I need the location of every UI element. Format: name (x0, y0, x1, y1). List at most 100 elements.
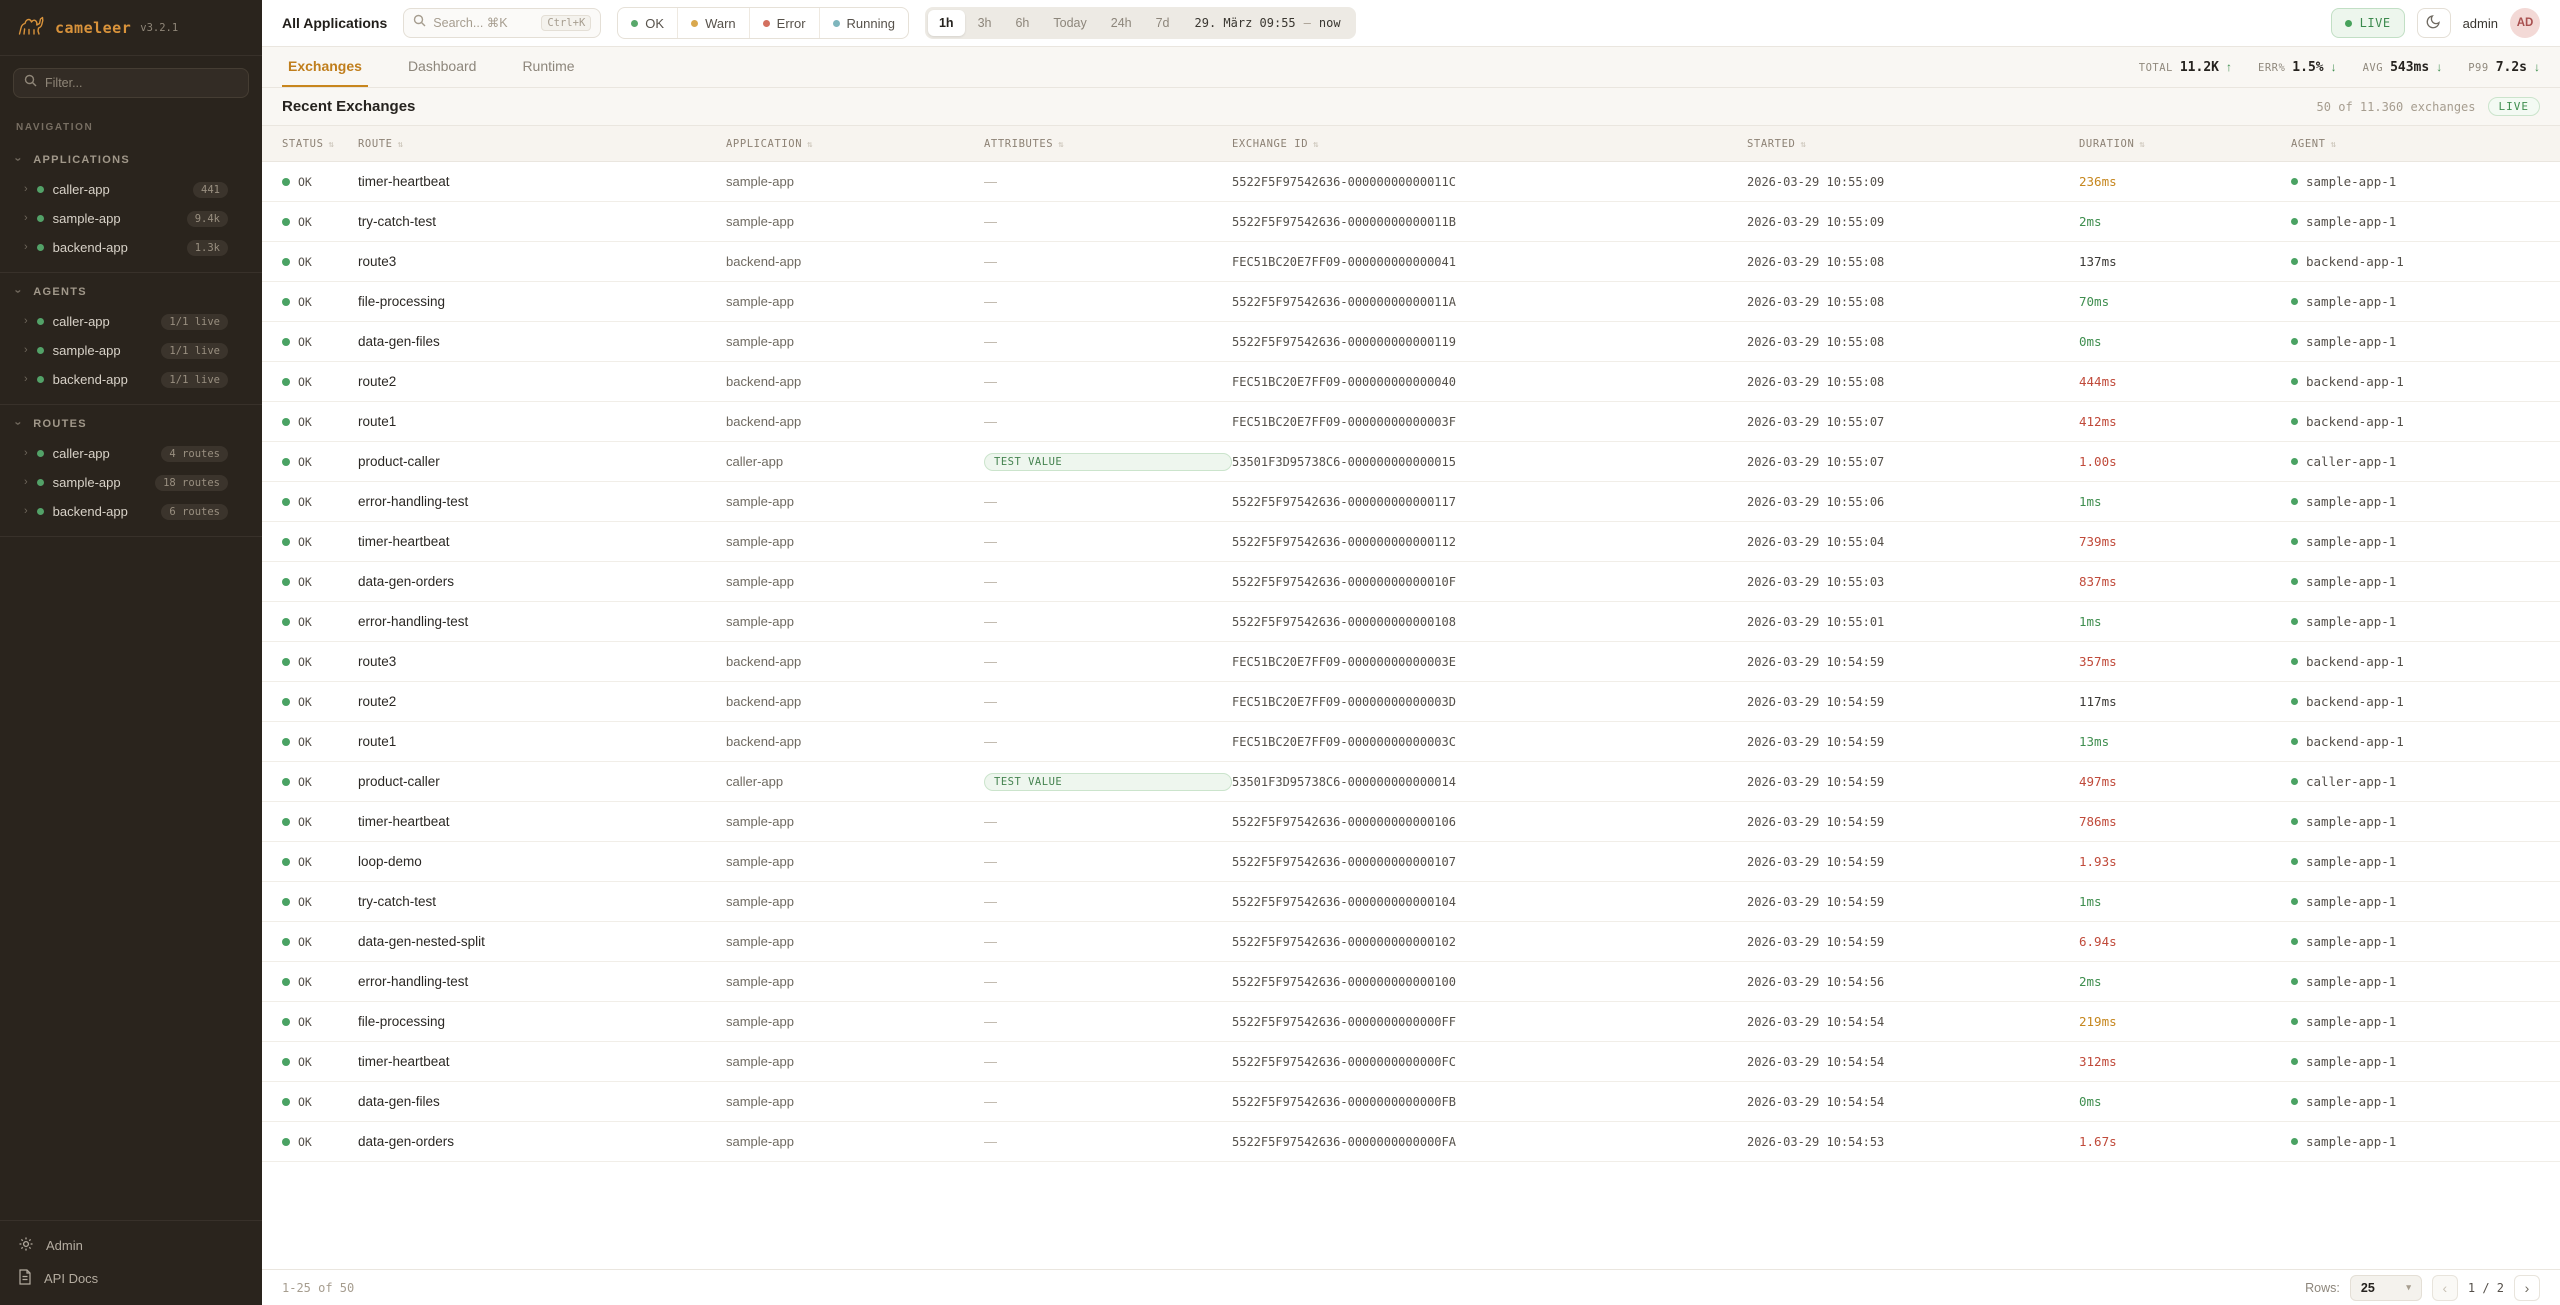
agent-cell: sample-app-1 (2291, 534, 2540, 549)
exchange-id: FEC51BC20E7FF09-00000000000003E (1232, 655, 1747, 669)
status-cell: OK (282, 175, 358, 189)
tab-exchanges[interactable]: Exchanges (282, 47, 368, 87)
status-label: OK (298, 375, 312, 389)
column-header-application[interactable]: APPLICATION⇅ (726, 138, 984, 150)
column-header-agent[interactable]: AGENT⇅ (2291, 138, 2540, 150)
table-row[interactable]: OK route2 backend-app — FEC51BC20E7FF09-… (262, 362, 2560, 402)
next-page-button[interactable]: › (2514, 1275, 2540, 1301)
avatar[interactable]: AD (2510, 8, 2540, 38)
table-row[interactable]: OK timer-heartbeat sample-app — 5522F5F9… (262, 1042, 2560, 1082)
custom-time-range[interactable]: 29. März 09:55 – now (1183, 16, 1353, 30)
sort-icon: ⇅ (807, 140, 813, 150)
table-row[interactable]: OK route3 backend-app — FEC51BC20E7FF09-… (262, 642, 2560, 682)
table-row[interactable]: OK file-processing sample-app — 5522F5F9… (262, 1002, 2560, 1042)
count-badge: 1/1 live (161, 343, 228, 359)
time-range-6h[interactable]: 6h (1004, 10, 1040, 36)
application-name: backend-app (726, 654, 984, 669)
table-row[interactable]: OK loop-demo sample-app — 5522F5F9754263… (262, 842, 2560, 882)
started-timestamp: 2026-03-29 10:54:59 (1747, 775, 2079, 789)
exchange-id: 5522F5F97542636-0000000000000FB (1232, 1095, 1747, 1109)
table-row[interactable]: OK data-gen-nested-split sample-app — 55… (262, 922, 2560, 962)
chevron-right-icon: › (24, 184, 28, 195)
sidebar-filter-input[interactable] (45, 76, 238, 90)
sidebar-item-admin[interactable]: Admin (0, 1229, 262, 1262)
table-row[interactable]: OK route1 backend-app — FEC51BC20E7FF09-… (262, 402, 2560, 442)
column-header-started[interactable]: STARTED⇅ (1747, 138, 2079, 150)
table-row[interactable]: OK route1 backend-app — FEC51BC20E7FF09-… (262, 722, 2560, 762)
sidebar-item-app-backend-app[interactable]: › backend-app 1.3k (0, 233, 262, 262)
table-row[interactable]: OK data-gen-files sample-app — 5522F5F97… (262, 1082, 2560, 1122)
group-header-applications[interactable]: › APPLICATIONS (0, 145, 262, 175)
table-row[interactable]: OK timer-heartbeat sample-app — 5522F5F9… (262, 522, 2560, 562)
attributes-cell: — (984, 494, 1232, 509)
started-timestamp: 2026-03-29 10:54:54 (1747, 1055, 2079, 1069)
search-icon (24, 74, 37, 92)
status-filter-group: OK Warn Error Running (617, 7, 909, 39)
sidebar-item-api-docs[interactable]: API Docs (0, 1262, 262, 1295)
search-icon (413, 14, 426, 32)
table-row[interactable]: OK route2 backend-app — FEC51BC20E7FF09-… (262, 682, 2560, 722)
count-badge: 18 routes (155, 475, 228, 491)
exchange-id: 5522F5F97542636-00000000000011B (1232, 215, 1747, 229)
application-name: sample-app (726, 294, 984, 309)
status-label: OK (298, 775, 312, 789)
table-row[interactable]: OK try-catch-test sample-app — 5522F5F97… (262, 202, 2560, 242)
sidebar-item-routes-sample-app[interactable]: › sample-app 18 routes (0, 468, 262, 497)
filter-chip-error[interactable]: Error (749, 8, 819, 38)
column-header-route[interactable]: ROUTE⇅ (358, 138, 726, 150)
column-header-status[interactable]: STATUS⇅ (282, 138, 358, 150)
agent-dot-icon (2291, 378, 2298, 385)
search-input[interactable] (433, 16, 534, 30)
attributes-cell: — (984, 974, 1232, 989)
status-dot-icon (37, 215, 44, 222)
table-row[interactable]: OK error-handling-test sample-app — 5522… (262, 962, 2560, 1002)
sidebar-item-agent-caller-app[interactable]: › caller-app 1/1 live (0, 307, 262, 336)
group-header-routes[interactable]: › ROUTES (0, 409, 262, 439)
table-row[interactable]: OK product-caller caller-app TEST VALUE … (262, 762, 2560, 802)
group-header-agents[interactable]: › AGENTS (0, 277, 262, 307)
filter-chip-warn[interactable]: Warn (677, 8, 749, 38)
agent-dot-icon (2291, 218, 2298, 225)
time-range-1h[interactable]: 1h (928, 10, 965, 36)
live-toggle-button[interactable]: LIVE (2331, 8, 2405, 38)
stat-label: ERR% (2258, 62, 2285, 74)
table-row[interactable]: OK error-handling-test sample-app — 5522… (262, 482, 2560, 522)
agent-cell: sample-app-1 (2291, 334, 2540, 349)
column-header-attributes[interactable]: ATTRIBUTES⇅ (984, 138, 1232, 150)
column-header-duration[interactable]: DURATION⇅ (2079, 138, 2291, 150)
sidebar-item-agent-backend-app[interactable]: › backend-app 1/1 live (0, 365, 262, 394)
filter-chip-running[interactable]: Running (819, 8, 908, 38)
table-row[interactable]: OK product-caller caller-app TEST VALUE … (262, 442, 2560, 482)
table-row[interactable]: OK file-processing sample-app — 5522F5F9… (262, 282, 2560, 322)
tab-runtime[interactable]: Runtime (516, 47, 580, 87)
table-row[interactable]: OK route3 backend-app — FEC51BC20E7FF09-… (262, 242, 2560, 282)
table-row[interactable]: OK data-gen-files sample-app — 5522F5F97… (262, 322, 2560, 362)
sidebar-item-routes-backend-app[interactable]: › backend-app 6 routes (0, 497, 262, 526)
table-row[interactable]: OK error-handling-test sample-app — 5522… (262, 602, 2560, 642)
column-header-exchange-id[interactable]: EXCHANGE ID⇅ (1232, 138, 1747, 150)
table-row[interactable]: OK try-catch-test sample-app — 5522F5F97… (262, 882, 2560, 922)
agent-name: sample-app-1 (2306, 1014, 2396, 1029)
time-range-today[interactable]: Today (1042, 10, 1097, 36)
global-search[interactable]: Ctrl+K (403, 8, 601, 38)
status-cell: OK (282, 455, 358, 469)
status-label: OK (298, 975, 312, 989)
theme-toggle-button[interactable] (2417, 8, 2451, 38)
time-range-7d[interactable]: 7d (1145, 10, 1181, 36)
sidebar-item-app-caller-app[interactable]: › caller-app 441 (0, 175, 262, 204)
sidebar-item-app-sample-app[interactable]: › sample-app 9.4k (0, 204, 262, 233)
filter-chip-ok[interactable]: OK (618, 8, 677, 38)
tab-dashboard[interactable]: Dashboard (402, 47, 483, 87)
sidebar-filter[interactable] (13, 68, 249, 98)
route-name: file-processing (358, 294, 726, 309)
sidebar-item-routes-caller-app[interactable]: › caller-app 4 routes (0, 439, 262, 468)
previous-page-button[interactable]: ‹ (2432, 1275, 2458, 1301)
table-row[interactable]: OK timer-heartbeat sample-app — 5522F5F9… (262, 162, 2560, 202)
rows-per-page-select[interactable]: 25 ▾ (2350, 1275, 2422, 1301)
time-range-3h[interactable]: 3h (967, 10, 1003, 36)
table-row[interactable]: OK timer-heartbeat sample-app — 5522F5F9… (262, 802, 2560, 842)
table-row[interactable]: OK data-gen-orders sample-app — 5522F5F9… (262, 1122, 2560, 1162)
time-range-24h[interactable]: 24h (1100, 10, 1143, 36)
table-row[interactable]: OK data-gen-orders sample-app — 5522F5F9… (262, 562, 2560, 602)
sidebar-item-agent-sample-app[interactable]: › sample-app 1/1 live (0, 336, 262, 365)
